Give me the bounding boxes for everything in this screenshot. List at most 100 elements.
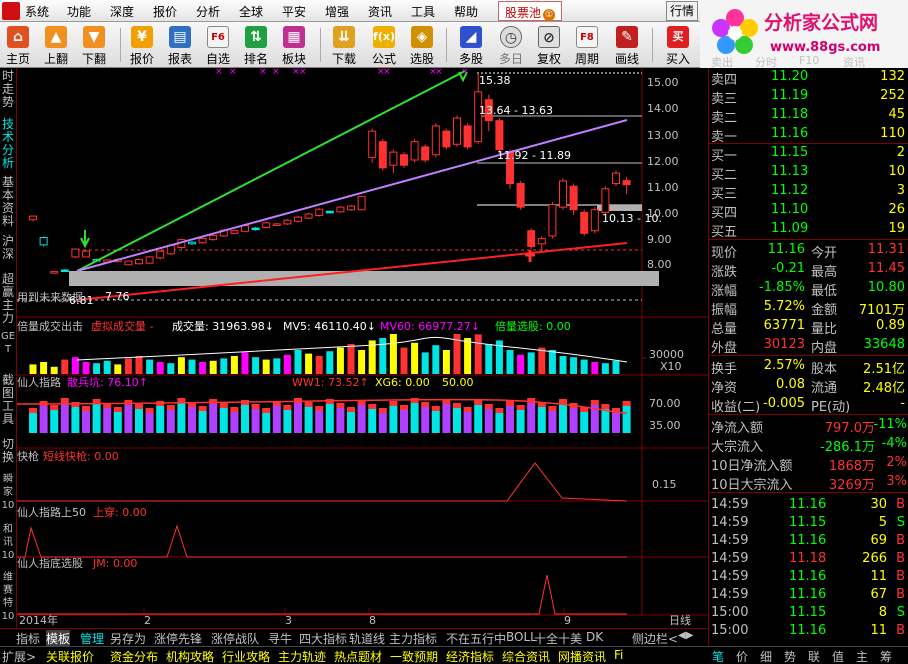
- menu-pingan[interactable]: 平安: [282, 3, 306, 20]
- indicator-tab[interactable]: 十全十美: [534, 630, 582, 647]
- indicator-tab[interactable]: 涨停战队: [211, 630, 259, 647]
- page-down-button[interactable]: ▼ 下翻: [76, 22, 112, 68]
- menu-analysis[interactable]: 分析: [196, 3, 220, 20]
- indicator-tab[interactable]: 管理: [80, 630, 104, 647]
- quote-price-button[interactable]: ¥ 报价: [124, 22, 160, 68]
- tab-hexun[interactable]: 和讯10: [0, 523, 16, 562]
- tab-main-force[interactable]: 超赢主力: [0, 273, 16, 325]
- period-label[interactable]: 日线: [669, 613, 691, 627]
- volume-bars: [29, 334, 628, 374]
- tab-screenshot[interactable]: 截图工具: [0, 374, 16, 426]
- right-tab[interactable]: 细: [760, 648, 772, 664]
- order-label: 卖二: [711, 111, 738, 126]
- draw-line-button[interactable]: ✎ 画线: [609, 22, 645, 68]
- stock-pool-badge: ①: [543, 9, 556, 21]
- candle-body: [569, 185, 578, 211]
- menu-system[interactable]: 系统: [25, 3, 49, 20]
- right-tab[interactable]: 主: [856, 648, 868, 664]
- multi-stock-button[interactable]: ◢ 多股: [453, 22, 489, 68]
- volume-bar: [50, 366, 58, 374]
- tab-fundamentals[interactable]: 基本资料: [0, 176, 16, 228]
- status-link[interactable]: 一致预期: [390, 648, 438, 664]
- menu-tools[interactable]: 工具: [411, 3, 435, 20]
- sector-button[interactable]: ▦ 板块: [276, 22, 312, 68]
- report-button[interactable]: ▤ 报表: [162, 22, 198, 68]
- menu-news[interactable]: 资讯: [368, 3, 392, 20]
- rank-button[interactable]: ⇅ 排名: [238, 22, 274, 68]
- tab-switch[interactable]: 切换: [0, 438, 16, 464]
- status-link[interactable]: 热点题材: [334, 648, 382, 664]
- candle-body: [559, 180, 567, 208]
- indicator-tab[interactable]: 不在五行中: [446, 630, 506, 647]
- indicator-tab[interactable]: DK: [586, 630, 603, 644]
- formula-button[interactable]: f(x) 公式: [366, 22, 402, 68]
- buy-button[interactable]: 买买入: [660, 22, 696, 68]
- status-link[interactable]: 扩展>: [2, 648, 36, 664]
- indicator-tab[interactable]: 模板: [46, 630, 71, 647]
- stat-label: 内盘: [811, 341, 838, 356]
- status-link[interactable]: 综合资讯: [502, 648, 550, 664]
- watchlist-button[interactable]: F6 自选: [200, 22, 236, 68]
- menu-stock-pool[interactable]: 股票池 ①: [498, 1, 563, 21]
- download-button[interactable]: ⇊ 下载: [326, 22, 362, 68]
- tab-technical[interactable]: 技术分析: [0, 118, 16, 170]
- xian-bar: [251, 409, 260, 433]
- status-link[interactable]: 资金分布: [110, 648, 158, 664]
- indicator-tab[interactable]: 轨道线: [349, 630, 385, 647]
- menu-depth[interactable]: 深度: [110, 3, 134, 20]
- page-up-button[interactable]: ▲ 上翻: [38, 22, 74, 68]
- tab-get[interactable]: GET: [0, 330, 16, 356]
- xian-cap: [60, 398, 69, 403]
- mv5-value: MV5: 46110.40↓: [283, 320, 376, 333]
- right-tab[interactable]: 联: [808, 648, 820, 664]
- right-tab[interactable]: 筹: [880, 648, 892, 664]
- right-tab[interactable]: 势: [784, 648, 796, 664]
- right-tab[interactable]: 笔: [712, 648, 724, 664]
- indicator-tab[interactable]: 主力指标: [389, 630, 437, 647]
- right-tab[interactable]: 值: [832, 648, 844, 664]
- status-link[interactable]: 关联报价: [46, 648, 94, 664]
- status-link[interactable]: 经济指标: [446, 648, 494, 664]
- indicator-tab[interactable]: 寻牛: [268, 630, 292, 647]
- indicator-tab[interactable]: 指标: [16, 630, 40, 647]
- status-link[interactable]: Fi: [614, 648, 623, 662]
- menu-quote[interactable]: 报价: [153, 3, 177, 20]
- tick-volume: 5: [878, 515, 887, 530]
- xian-bar: [484, 409, 493, 433]
- menu-help[interactable]: 帮助: [454, 3, 478, 20]
- stock-select-button[interactable]: ◈ 选股: [404, 22, 440, 68]
- indicator-tab[interactable]: 四大指标: [299, 630, 347, 647]
- candle-body: [410, 141, 419, 161]
- menu-enhance[interactable]: 增强: [325, 3, 349, 20]
- status-link[interactable]: 主力轨迹: [278, 648, 326, 664]
- volume-bar: [442, 350, 450, 374]
- indicator-tab[interactable]: 涨停先锋: [154, 630, 202, 647]
- tab-scroll-left-icon[interactable]: ◀▶: [678, 630, 693, 641]
- right-tab[interactable]: 价: [736, 648, 748, 664]
- stat-row: 涨幅 -1.85% 最低 10.80: [709, 279, 908, 299]
- right-header-tab[interactable]: F10: [799, 54, 819, 67]
- tab-weisaite[interactable]: 维赛特10: [0, 571, 16, 623]
- indicator-tab[interactable]: 另存为: [110, 630, 146, 647]
- menu-function[interactable]: 功能: [67, 3, 91, 20]
- menu-global[interactable]: 全球: [239, 3, 263, 20]
- sidebar-toggle[interactable]: 侧边栏<: [632, 630, 678, 647]
- quote-button[interactable]: 行情: [666, 1, 698, 21]
- xian-bar: [209, 404, 218, 433]
- indicator-tab[interactable]: BOLL: [506, 630, 537, 644]
- status-link[interactable]: 行业攻略: [222, 648, 270, 664]
- period-button[interactable]: F8 周期: [569, 22, 605, 68]
- flow-row: 净流入额 797.0万 -11%: [709, 416, 908, 436]
- volume-bar: [347, 344, 355, 374]
- rights-adjust-button[interactable]: ⊘ 复权: [531, 22, 567, 68]
- status-link[interactable]: 机构攻略: [166, 648, 214, 664]
- volume-bar: [252, 357, 260, 374]
- kline-chart[interactable]: × × × × × × ×× ×× × 15.38 13.64 - 13.63 11.92 - …: [17, 68, 708, 628]
- tab-shunjia[interactable]: 瞬家10: [0, 473, 16, 512]
- multi-day-button[interactable]: ◷ 多日: [493, 22, 529, 68]
- home-button[interactable]: ⌂ 主页: [0, 22, 36, 68]
- tab-shanghai-shenzhen[interactable]: 沪深: [0, 235, 16, 261]
- xian-bar: [347, 412, 355, 433]
- tab-intraday[interactable]: 时走势: [0, 70, 16, 109]
- status-link[interactable]: 网播资讯: [558, 648, 606, 664]
